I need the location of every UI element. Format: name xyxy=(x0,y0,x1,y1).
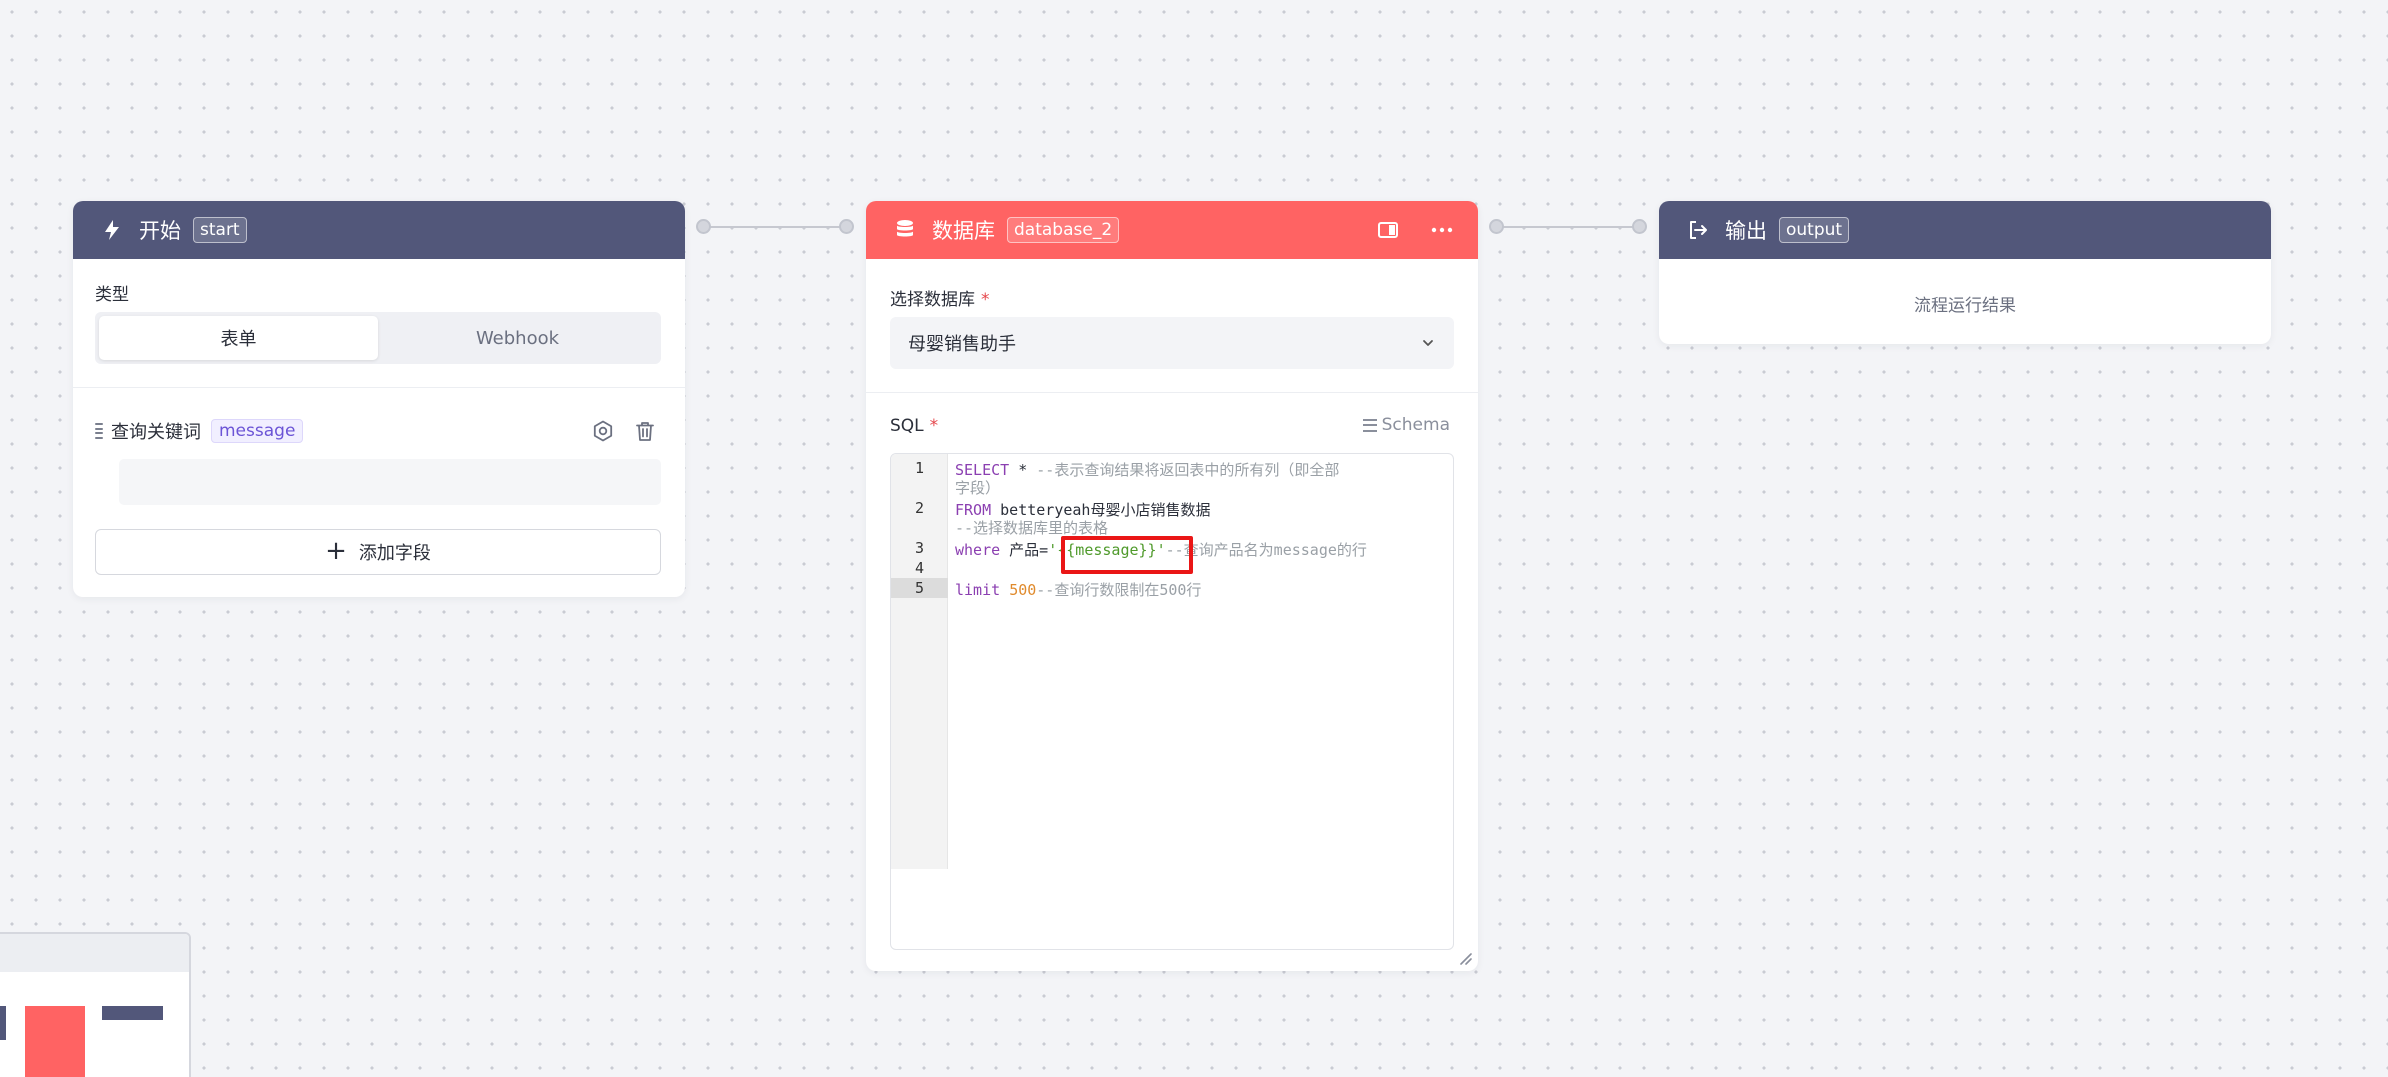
type-label: 类型 xyxy=(95,285,129,305)
type-segmented-control: 表单 Webhook xyxy=(95,312,661,364)
minimap[interactable] xyxy=(0,932,191,1077)
schema-button[interactable]: Schema xyxy=(1362,415,1450,435)
list-icon xyxy=(1362,418,1377,432)
start-node-header[interactable]: 开始 start xyxy=(73,201,685,259)
line-number: 3 xyxy=(914,539,925,557)
exit-icon xyxy=(1685,217,1711,243)
section-divider xyxy=(73,387,685,388)
gear-icon[interactable] xyxy=(591,419,615,443)
sql-keyword: FROM xyxy=(955,501,992,519)
code-line-2-wrap: --选择数据库里的表格 xyxy=(955,518,1108,538)
line-number: 1 xyxy=(914,459,925,477)
sql-keyword: where xyxy=(955,541,1001,559)
database-icon xyxy=(892,217,918,243)
output-node[interactable]: 输出 output 流程运行结果 xyxy=(1659,201,2271,344)
code-line-3: where 产品='{{message}}'--查询产品名为message的行 xyxy=(955,540,1367,560)
section-divider xyxy=(866,392,1478,393)
output-node-title: 输出 xyxy=(1725,219,1767,243)
sql-comment: --选择数据库里的表格 xyxy=(955,519,1109,537)
start-node-title: 开始 xyxy=(139,219,181,243)
line-number: 2 xyxy=(914,499,925,517)
sql-editor[interactable]: 1 2 3 4 5 SELECT * --表示查询结果将返回表中的所有列（即全部… xyxy=(890,453,1454,950)
resize-handle-icon[interactable] xyxy=(1458,951,1472,965)
sql-space xyxy=(1000,581,1009,599)
select-database-label-text: 选择数据库 xyxy=(890,290,975,310)
start-node[interactable]: 开始 start 类型 表单 Webhook 查询关键词 message + 添… xyxy=(73,201,685,597)
tab-form[interactable]: 表单 xyxy=(99,316,378,360)
drag-handle-icon[interactable] xyxy=(95,423,105,439)
required-mark: * xyxy=(929,416,939,436)
workflow-canvas[interactable]: 开始 start 类型 表单 Webhook 查询关键词 message + 添… xyxy=(0,0,2388,1077)
line-number: 4 xyxy=(914,559,925,577)
db-output-port[interactable] xyxy=(1489,219,1504,234)
sql-comment: --查询产品名为message的行 xyxy=(1165,541,1367,559)
database-header-actions xyxy=(1376,218,1454,242)
database-node-id: database_2 xyxy=(1007,217,1120,243)
field-variable-tag: message xyxy=(211,419,304,443)
sql-string: '{{message}}' xyxy=(1048,541,1166,559)
output-node-header[interactable]: 输出 output xyxy=(1659,201,2271,259)
select-database-label: 选择数据库 * xyxy=(890,285,990,310)
sql-keyword: SELECT xyxy=(955,461,1010,479)
trash-icon[interactable] xyxy=(633,419,657,443)
database-node[interactable]: 数据库 database_2 选择数据库 * 母婴销售助手 SQL * Sche… xyxy=(866,201,1478,971)
selected-database: 母婴销售助手 xyxy=(908,334,1016,355)
sql-text: betteryeah母婴小店销售数据 xyxy=(991,501,1211,519)
sql-number: 500 xyxy=(1009,581,1037,599)
database-node-title: 数据库 xyxy=(932,219,995,243)
sql-comment: --查询行数限制在500行 xyxy=(1036,581,1202,599)
more-icon[interactable] xyxy=(1430,218,1454,242)
code-line-1: SELECT * --表示查询结果将返回表中的所有列（即全部 xyxy=(955,460,1339,480)
sql-label: SQL * xyxy=(890,416,938,436)
lightning-icon xyxy=(99,217,125,243)
output-result-text: 流程运行结果 xyxy=(1914,296,2016,316)
minimap-output-node xyxy=(102,1006,163,1020)
code-line-5: limit 500--查询行数限制在500行 xyxy=(955,580,1201,600)
sql-label-text: SQL xyxy=(890,416,924,436)
sql-text: * xyxy=(1009,461,1037,479)
tab-webhook[interactable]: Webhook xyxy=(378,316,657,360)
sql-keyword: limit xyxy=(955,581,1001,599)
chevron-down-icon xyxy=(1420,335,1436,351)
edge-db-output xyxy=(1496,226,1641,228)
line-number-active: 5 xyxy=(891,578,948,598)
code-line-2: FROM betteryeah母婴小店销售数据 xyxy=(955,500,1210,520)
db-input-port[interactable] xyxy=(839,219,854,234)
start-output-port[interactable] xyxy=(696,219,711,234)
field-value-input[interactable] xyxy=(119,459,661,505)
sql-text: 产品= xyxy=(1000,541,1049,559)
minimap-database-node xyxy=(25,1006,85,1077)
panel-toggle-icon[interactable] xyxy=(1376,218,1400,242)
schema-label: Schema xyxy=(1381,415,1450,435)
edge-start-db xyxy=(703,226,848,228)
add-field-label: 添加字段 xyxy=(358,543,431,564)
field-name: 查询关键词 xyxy=(111,422,201,443)
database-node-header[interactable]: 数据库 database_2 xyxy=(866,201,1478,259)
database-select[interactable]: 母婴销售助手 xyxy=(890,317,1454,369)
field-row-query-keyword: 查询关键词 message xyxy=(95,416,661,446)
field-actions xyxy=(591,419,661,443)
minimap-viewport-strip xyxy=(0,934,189,972)
start-node-id: start xyxy=(193,217,247,243)
required-mark: * xyxy=(981,290,990,310)
sql-comment: --表示查询结果将返回表中的所有列（即全部 xyxy=(1036,461,1340,479)
output-node-id: output xyxy=(1779,217,1850,243)
sql-comment: 字段） xyxy=(955,479,1001,497)
add-field-button[interactable]: + 添加字段 xyxy=(95,529,661,575)
code-line-1-wrap: 字段） xyxy=(955,478,1000,498)
plus-icon: + xyxy=(325,535,347,566)
minimap-start-node xyxy=(0,1006,6,1040)
output-input-port[interactable] xyxy=(1632,219,1647,234)
